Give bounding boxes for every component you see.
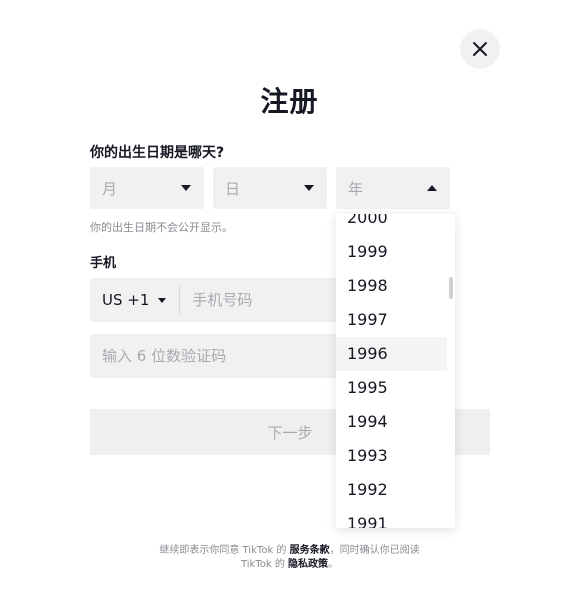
privacy-link[interactable]: 隐私政策 — [288, 559, 328, 570]
dob-hint: 你的出生日期不会公开显示。 — [90, 221, 233, 234]
day-select[interactable]: 日 — [213, 167, 327, 209]
page-title: 注册 — [260, 85, 319, 118]
footer-text: 继续即表示你同意 TikTok 的 — [159, 545, 290, 556]
scrollbar-thumb[interactable] — [449, 277, 453, 299]
year-placeholder: 年 — [348, 179, 364, 198]
footer-text: TikTok 的 — [240, 559, 289, 570]
caret-down-icon — [181, 185, 191, 191]
month-placeholder: 月 — [102, 179, 118, 198]
year-option-1991[interactable]: 1991 — [336, 507, 447, 528]
year-option-1999[interactable]: 1999 — [336, 235, 447, 269]
close-button[interactable] — [460, 29, 500, 69]
phone-label: 手机 — [90, 256, 117, 271]
phone-number-input[interactable] — [180, 290, 335, 310]
year-option-1992[interactable]: 1992 — [336, 473, 447, 507]
year-select[interactable]: 年 — [336, 167, 450, 209]
verification-code-input[interactable] — [90, 346, 334, 366]
caret-down-icon — [304, 185, 314, 191]
footer-text: ，同时确认你已阅读 — [329, 545, 420, 556]
year-option-1997[interactable]: 1997 — [336, 303, 447, 337]
year-option-1993[interactable]: 1993 — [336, 439, 447, 473]
phone-field: US +1 — [90, 278, 350, 322]
country-code-select[interactable]: US +1 — [90, 286, 181, 314]
verification-code-field — [90, 334, 350, 378]
year-option-2000[interactable]: 2000 — [336, 214, 447, 235]
dob-label: 你的出生日期是哪天? — [90, 145, 225, 161]
year-dropdown[interactable]: 2000 1999 1998 1997 1996 1995 1994 1993 1992 1991 — [336, 214, 455, 528]
year-option-1995[interactable]: 1995 — [336, 371, 447, 405]
year-option-1998[interactable]: 1998 — [336, 269, 447, 303]
terms-footer: 继续即表示你同意 TikTok 的 服务条款，同时确认你已阅读 TikTok 的… — [0, 544, 579, 572]
year-option-1996[interactable]: 1996 — [336, 337, 447, 371]
footer-text: 。 — [328, 559, 339, 570]
day-placeholder: 日 — [225, 179, 241, 198]
year-option-1994[interactable]: 1994 — [336, 405, 447, 439]
caret-down-icon — [158, 297, 167, 303]
terms-link[interactable]: 服务条款 — [290, 545, 330, 556]
close-icon — [473, 42, 487, 56]
month-select[interactable]: 月 — [90, 167, 204, 209]
country-code-value: US +1 — [102, 291, 150, 309]
caret-up-icon — [427, 185, 437, 191]
year-options-list: 2000 1999 1998 1997 1996 1995 1994 1993 1992 1991 — [336, 214, 447, 528]
